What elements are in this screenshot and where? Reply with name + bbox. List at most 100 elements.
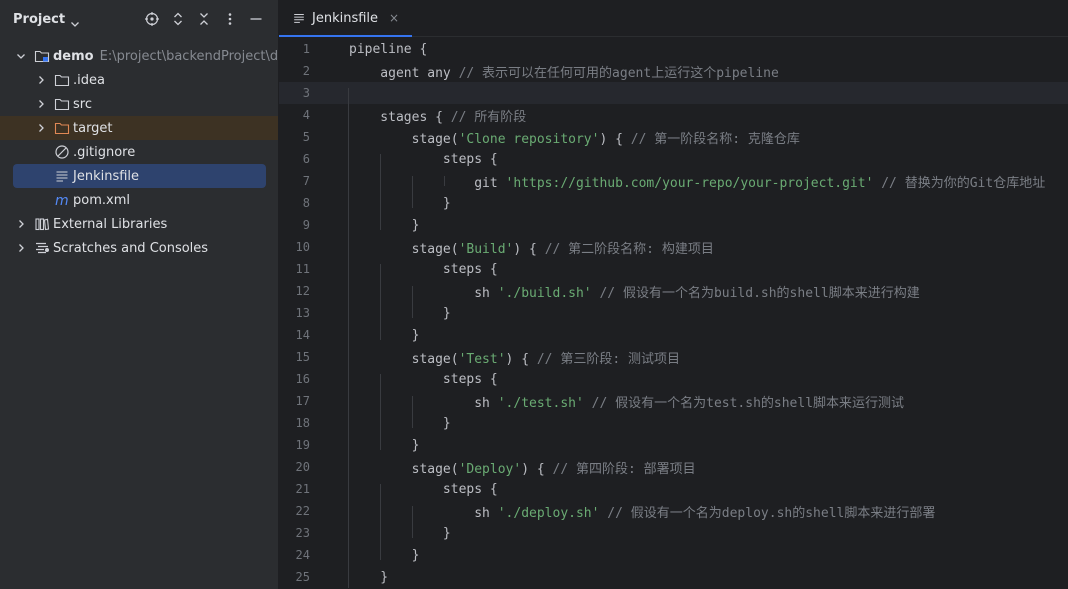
code-line[interactable]: 21 steps { [279,478,1068,500]
code-line[interactable]: 22 sh './deploy.sh' // 假设有一个名为deploy.sh的… [279,500,1068,522]
code-token: ) { [521,461,553,477]
code-line[interactable]: 4 stages { // 所有阶段 [279,104,1068,126]
code-token: } [349,437,420,453]
line-number: 1 [302,42,310,56]
code-token: } [349,305,451,321]
tree-item-idea[interactable]: .idea [0,68,278,92]
project-panel-toolbar [142,9,266,29]
editor-tab-bar: Jenkinsfile × [279,0,1068,37]
line-text: stage('Build') { // 第二阶段名称: 构建项目 [349,238,714,257]
comment-token: // 假设有一个名为build.sh的shell脚本来进行构建 [599,285,920,301]
chevron-right-icon[interactable] [15,242,27,254]
tree-item-label: pom.xml [73,192,130,208]
line-text: sh './deploy.sh' // 假设有一个名为deploy.sh的she… [349,502,935,521]
tree-item-pom[interactable]: m pom.xml [0,188,278,212]
indent-guide [412,396,413,428]
code-line[interactable]: 12 sh './build.sh' // 假设有一个名为build.sh的sh… [279,280,1068,302]
tab-label: Jenkinsfile [312,10,379,26]
project-panel-header: Project [0,0,278,38]
code-line[interactable]: 1 pipeline { [279,38,1068,60]
scratches-icon [34,240,50,256]
chevron-right-icon[interactable] [35,122,47,134]
code-token: } [349,415,451,431]
tree-item-gitignore[interactable]: .gitignore [0,140,278,164]
indent-guide [412,286,413,318]
line-text: steps { [349,482,498,497]
folder-icon [54,96,70,112]
code-line[interactable]: 18 } [279,412,1068,434]
code-token: } [349,525,451,541]
hide-icon[interactable] [246,9,266,29]
code-token: steps { [349,371,498,387]
line-text: } [349,306,451,321]
tree-item-label: target [73,120,113,136]
code-area[interactable]: 1 pipeline {2 agent any // 表示可以在任何可用的agen… [279,38,1068,589]
tree-item-label: demo [53,48,94,64]
code-line[interactable]: 10 stage('Build') { // 第二阶段名称: 构建项目 [279,236,1068,258]
code-line[interactable]: 20 stage('Deploy') { // 第四阶段: 部署项目 [279,456,1068,478]
code-line[interactable]: 16 steps { [279,368,1068,390]
line-text: } [349,548,420,563]
string-token: './test.sh' [497,395,584,411]
tab-jenkinsfile[interactable]: Jenkinsfile × [279,0,413,37]
comment-token: // 第一阶段名称: 克隆仓库 [630,131,800,147]
options-icon[interactable] [220,9,240,29]
tree-item-external-libraries[interactable]: External Libraries [0,212,278,236]
line-text: } [349,328,420,343]
chevron-down-icon[interactable] [15,50,27,62]
code-token: sh [349,505,498,521]
locate-icon[interactable] [142,9,162,29]
tree-item-jenkinsfile[interactable]: Jenkinsfile [13,164,266,188]
line-number: 13 [295,306,310,320]
chevron-right-icon[interactable] [15,218,27,230]
comment-token: // 第四阶段: 部署项目 [552,461,696,477]
code-line[interactable]: 9 } [279,214,1068,236]
line-text: sh './build.sh' // 假设有一个名为build.sh的shell… [349,282,920,301]
excluded-folder-icon [54,120,70,136]
code-line[interactable]: 11 steps { [279,258,1068,280]
tree-item-target[interactable]: target [0,116,278,140]
project-panel-title[interactable]: Project [13,12,65,27]
code-line[interactable]: 25 } [279,566,1068,588]
code-token: stage( [349,351,459,367]
code-line[interactable]: 8 } [279,192,1068,214]
code-line[interactable]: 3 [279,82,1068,104]
line-number: 9 [302,218,310,232]
code-token: git [349,175,506,191]
chevron-right-icon[interactable] [35,74,47,86]
line-number: 11 [295,262,310,276]
code-line[interactable]: 2 agent any // 表示可以在任何可用的agent上运行这个pipel… [279,60,1068,82]
line-number: 17 [295,394,310,408]
code-line[interactable]: 13 } [279,302,1068,324]
indent-guide [380,154,381,230]
line-text: git 'https://github.com/your-repo/your-p… [349,172,1045,191]
line-number: 7 [302,174,310,188]
code-line[interactable]: 23 } [279,522,1068,544]
expand-all-icon[interactable] [168,9,188,29]
svg-text:m: m [55,193,69,208]
code-line[interactable]: 7 git 'https://github.com/your-repo/your… [279,170,1068,192]
code-line[interactable]: 24 } [279,544,1068,566]
tree-item-label: External Libraries [53,216,168,232]
collapse-all-icon[interactable] [194,9,214,29]
code-token: sh [349,395,498,411]
tree-item-src[interactable]: src [0,92,278,116]
line-number: 2 [302,64,310,78]
code-line[interactable]: 15 stage('Test') { // 第三阶段: 测试项目 [279,346,1068,368]
tree-item-demo[interactable]: demo E:\project\backendProject\demo [0,44,278,68]
code-token: ) { [513,241,545,257]
ignore-file-icon [54,144,70,160]
code-line[interactable]: 19 } [279,434,1068,456]
code-line[interactable]: 5 stage('Clone repository') { // 第一阶段名称:… [279,126,1068,148]
indent-guide [412,176,413,208]
chevron-right-icon[interactable] [35,98,47,110]
code-token: steps { [349,151,498,167]
code-line[interactable]: 17 sh './test.sh' // 假设有一个名为test.sh的shel… [279,390,1068,412]
chevron-down-icon[interactable] [70,14,80,27]
code-line[interactable]: 6 steps { [279,148,1068,170]
code-line[interactable]: 14 } [279,324,1068,346]
tree-item-scratches[interactable]: Scratches and Consoles [0,236,278,260]
close-icon[interactable]: × [388,11,400,25]
indent-guide [380,374,381,450]
